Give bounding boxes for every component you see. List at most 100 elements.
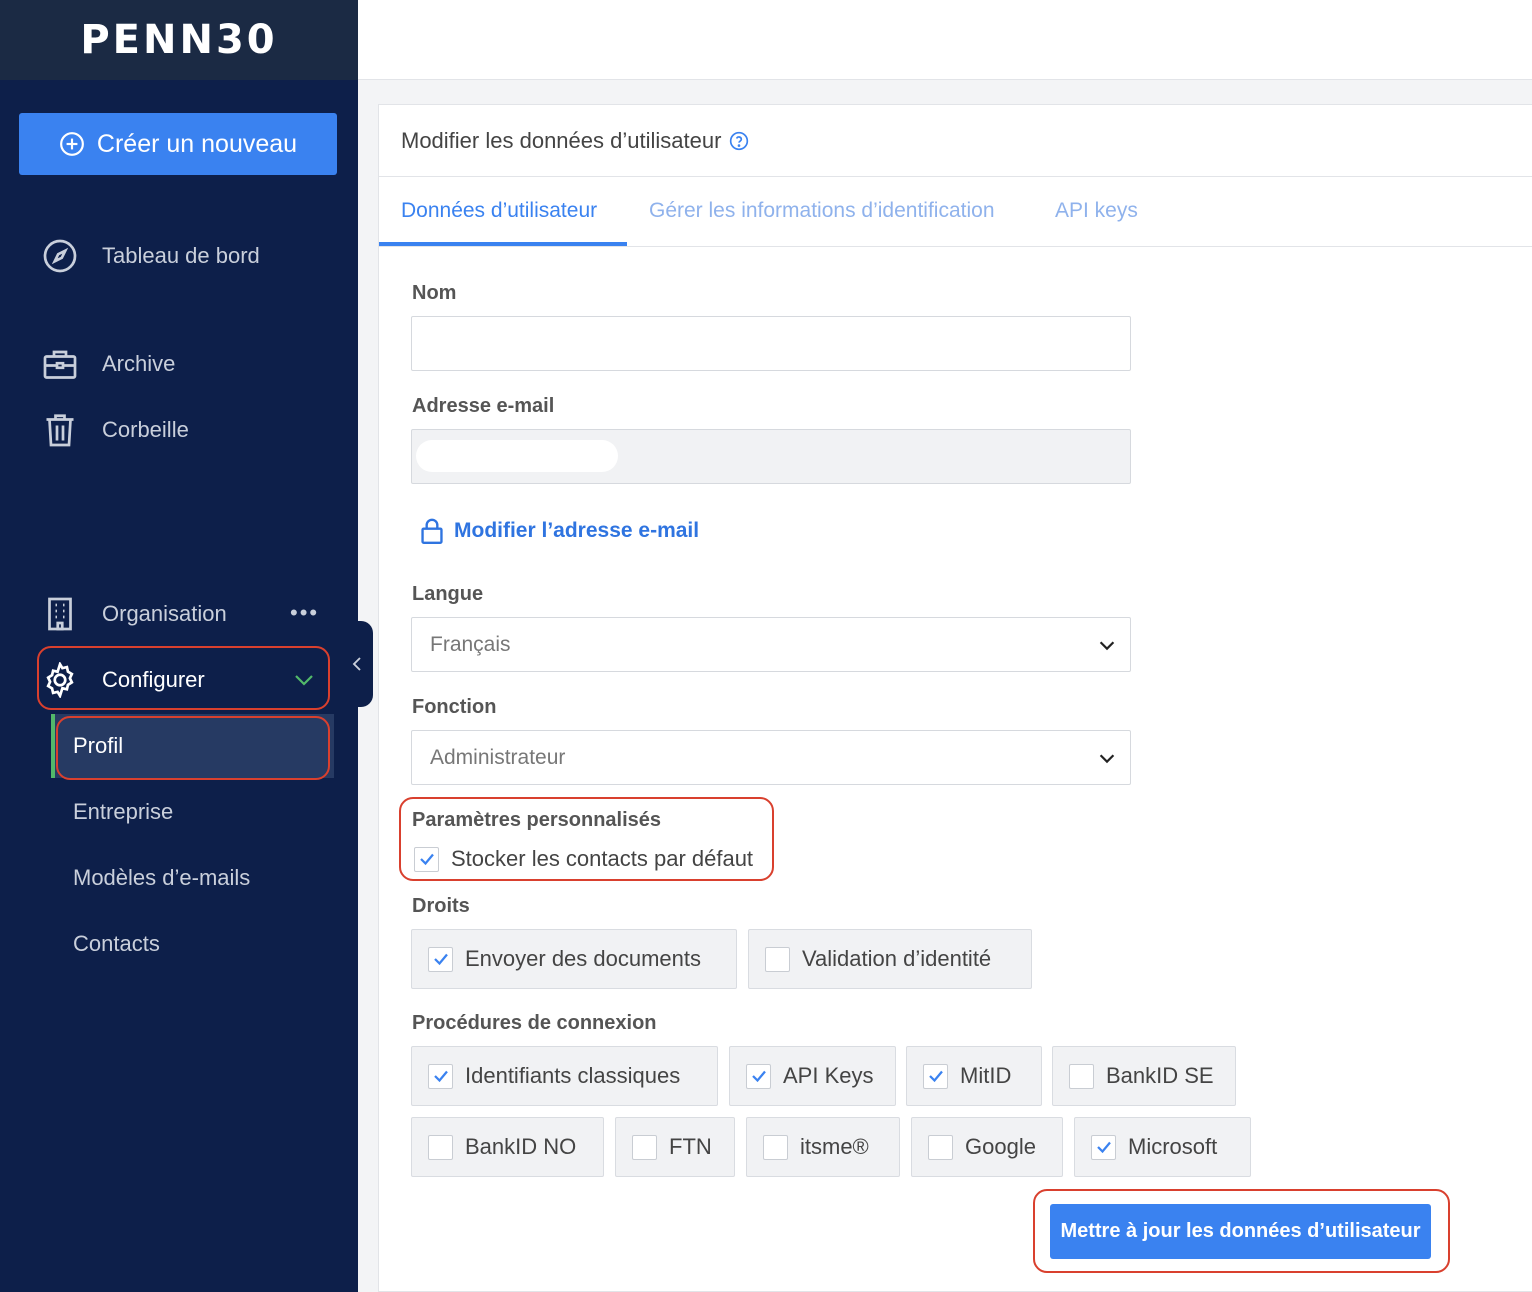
right-label: Validation d’identité <box>802 946 992 971</box>
chevron-down-icon <box>1099 754 1115 764</box>
right-send-documents[interactable]: Envoyer des documents <box>411 929 737 989</box>
language-label: Langue <box>412 583 484 605</box>
language-value: Français <box>430 632 511 656</box>
sidebar-item-label: Organisation <box>102 601 227 626</box>
name-label: Nom <box>412 282 457 304</box>
create-new-button[interactable]: Créer un nouveau <box>19 113 337 175</box>
login-label: itsme® <box>800 1134 869 1159</box>
briefcase-icon <box>40 344 80 384</box>
sidebar-subitem-contacts[interactable]: Contacts <box>51 924 334 964</box>
login-label: FTN <box>669 1134 712 1159</box>
check-icon <box>433 953 448 966</box>
login-mitid[interactable]: MitID <box>906 1046 1042 1106</box>
sidebar-item-label: Configurer <box>102 667 205 692</box>
store-contacts-checkbox[interactable]: Stocker les contacts par défaut <box>414 846 753 872</box>
login-microsoft[interactable]: Microsoft <box>1074 1117 1251 1177</box>
plus-circle-icon <box>60 132 84 156</box>
login-label: API Keys <box>783 1063 874 1088</box>
check-icon <box>751 1070 766 1083</box>
sidebar-subitem-label: Modèles d’e-mails <box>73 865 251 890</box>
sidebar-subitem-email-templates[interactable]: Modèles d’e-mails <box>51 858 334 898</box>
login-classic[interactable]: Identifiants classiques <box>411 1046 718 1106</box>
name-input[interactable] <box>411 316 1131 371</box>
login-procedures-label: Procédures de connexion <box>412 1012 657 1034</box>
sidebar-subitem-company[interactable]: Entreprise <box>51 792 334 832</box>
collapse-sidebar-button[interactable] <box>340 621 373 707</box>
sidebar-item-trash[interactable]: Corbeille <box>40 410 189 450</box>
right-id-validation[interactable]: Validation d’identité <box>748 929 1032 989</box>
divider <box>379 176 1532 177</box>
gear-icon <box>40 660 80 700</box>
compass-icon <box>40 236 80 276</box>
chevron-left-icon <box>352 657 361 671</box>
help-icon[interactable] <box>729 131 749 151</box>
rights-label: Droits <box>412 895 470 917</box>
tabs-divider <box>379 246 1532 247</box>
chevron-down-icon[interactable] <box>292 668 316 692</box>
login-ftn[interactable]: FTN <box>615 1117 735 1177</box>
check-icon <box>433 1070 448 1083</box>
check-icon <box>419 853 434 866</box>
login-label: Google <box>965 1134 1036 1159</box>
sidebar-subitem-label: Entreprise <box>73 799 174 824</box>
role-label: Fonction <box>412 696 497 718</box>
sidebar-item-label: Archive <box>102 351 176 376</box>
top-bar <box>358 0 1532 80</box>
store-contacts-label: Stocker les contacts par défaut <box>451 846 754 871</box>
card-title: Modifier les données d’utilisateur <box>401 128 749 154</box>
custom-settings-label: Paramètres personnalisés <box>412 809 662 831</box>
role-select[interactable]: Administrateur <box>411 730 1131 785</box>
active-tab-indicator <box>379 242 627 246</box>
create-new-label: Créer un nouveau <box>96 129 298 158</box>
login-bankid-se[interactable]: BankID SE <box>1052 1046 1236 1106</box>
checkbox-unchecked[interactable] <box>765 946 790 972</box>
checkbox-checked[interactable] <box>746 1063 771 1089</box>
page-title: Modifier les données d’utilisateur <box>401 128 722 153</box>
sidebar <box>0 0 358 1292</box>
tab-user-data[interactable]: Données d’utilisateur <box>401 199 597 223</box>
login-label: Microsoft <box>1128 1134 1218 1159</box>
login-label: BankID NO <box>465 1134 577 1159</box>
right-label: Envoyer des documents <box>465 946 702 971</box>
sidebar-item-label: Corbeille <box>102 417 189 442</box>
login-label: BankID SE <box>1106 1063 1214 1088</box>
checkbox-unchecked[interactable] <box>428 1134 453 1160</box>
change-email-label: Modifier l’adresse e-mail <box>454 519 700 542</box>
sidebar-item-organisation[interactable]: Organisation <box>40 594 227 634</box>
chevron-down-icon <box>1099 641 1115 651</box>
language-select[interactable]: Français <box>411 617 1131 672</box>
checkbox-unchecked[interactable] <box>1069 1063 1094 1089</box>
tab-credentials[interactable]: Gérer les informations d’identification <box>649 199 995 223</box>
login-api-keys[interactable]: API Keys <box>729 1046 896 1106</box>
sidebar-subitem-profile[interactable]: Profil <box>51 714 334 778</box>
sidebar-subitem-label: Contacts <box>73 931 160 956</box>
sidebar-item-configure[interactable]: Configurer <box>40 660 205 700</box>
checkbox-unchecked[interactable] <box>763 1134 788 1160</box>
checkbox-checked[interactable] <box>414 846 439 872</box>
checkbox-checked[interactable] <box>923 1063 948 1089</box>
login-label: Identifiants classiques <box>465 1063 681 1088</box>
email-label: Adresse e-mail <box>412 395 555 417</box>
login-google[interactable]: Google <box>911 1117 1063 1177</box>
check-icon <box>1096 1141 1111 1154</box>
checkbox-checked[interactable] <box>1091 1134 1116 1160</box>
user-data-card <box>378 104 1532 1292</box>
checkbox-checked[interactable] <box>428 1063 453 1089</box>
update-user-data-button[interactable]: Mettre à jour les données d’utilisateur <box>1050 1204 1431 1259</box>
change-email-link[interactable]: Modifier l’adresse e-mail <box>420 518 699 544</box>
check-icon <box>928 1070 943 1083</box>
sidebar-item-dashboard[interactable]: Tableau de bord <box>40 236 260 276</box>
checkbox-checked[interactable] <box>428 946 453 972</box>
checkbox-unchecked[interactable] <box>928 1134 953 1160</box>
logo-bar: PENN30 <box>0 0 358 80</box>
login-itsme[interactable]: itsme® <box>746 1117 900 1177</box>
building-icon <box>40 594 80 634</box>
logo[interactable]: PENN30 <box>80 17 277 63</box>
more-options-icon[interactable]: ••• <box>290 600 319 626</box>
trash-icon <box>40 410 80 450</box>
login-bankid-no[interactable]: BankID NO <box>411 1117 604 1177</box>
tab-api-keys[interactable]: API keys <box>1055 199 1138 223</box>
sidebar-item-archive[interactable]: Archive <box>40 344 175 384</box>
login-label: MitID <box>960 1063 1012 1088</box>
checkbox-unchecked[interactable] <box>632 1134 657 1160</box>
